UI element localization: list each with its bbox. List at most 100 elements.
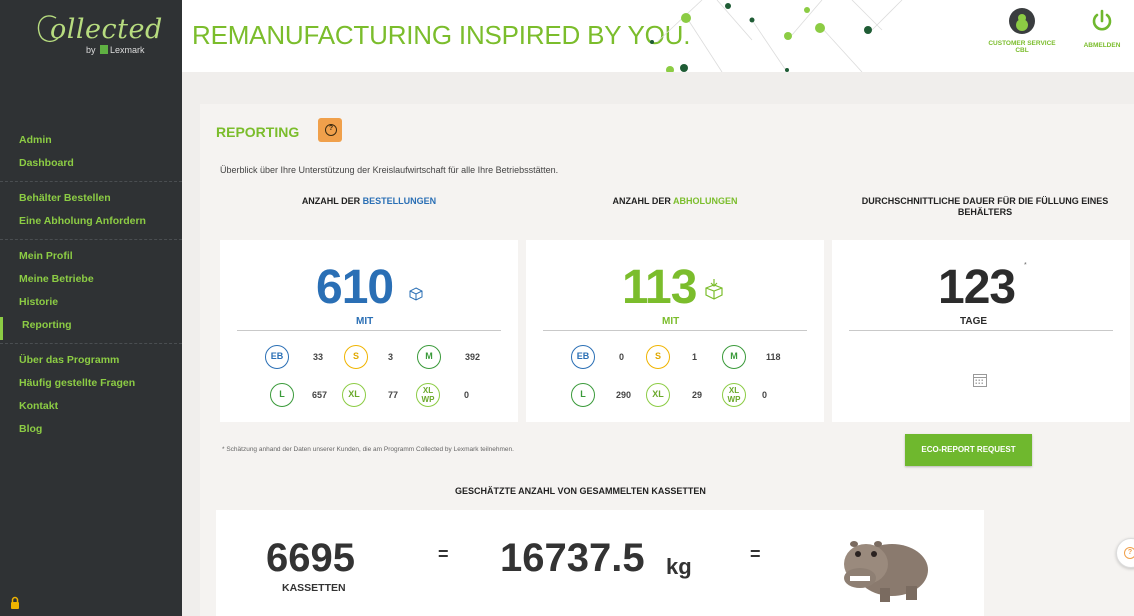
nav-divider <box>0 239 182 240</box>
cartridge-unit: KASSETTEN <box>282 582 346 594</box>
duration-card: 123 * TAGE <box>832 240 1130 422</box>
sidebar-item-reporting[interactable]: Reporting <box>0 317 182 340</box>
logout-button[interactable]: ABMELDEN <box>1077 8 1127 49</box>
size-badge-xlwp: XL WP <box>416 383 440 407</box>
nav-divider <box>0 343 182 344</box>
sidebar: ollected by Lexmark Admin Dashboard Behä… <box>0 0 182 616</box>
help-question-icon: ? <box>1124 547 1134 559</box>
duration-title: DURCHSCHNITTLICHE DAUER FÜR DIE FÜLLUNG … <box>861 196 1109 217</box>
badge-line-top: XL <box>422 386 434 395</box>
size-count-xl: 77 <box>388 390 399 400</box>
power-icon <box>1092 9 1112 31</box>
network-decoration <box>650 0 903 72</box>
calendar-icon <box>973 374 987 387</box>
size-badge-m: M <box>417 345 441 369</box>
estimate-footnote: * Schätzung anhand der Daten unserer Kun… <box>222 446 514 453</box>
sidebar-item-profile[interactable]: Mein Profil <box>0 248 182 271</box>
pickup-box-icon <box>705 279 723 300</box>
size-badge-l: L <box>571 383 595 407</box>
size-count-eb: 33 <box>313 352 324 362</box>
page-title: REPORTING <box>216 124 300 140</box>
orders-title-highlight: BESTELLUNGEN <box>362 196 437 206</box>
divider <box>849 330 1113 331</box>
badge-line-bottom: WP <box>421 395 435 404</box>
lock-icon[interactable] <box>10 596 20 610</box>
size-count-l: 290 <box>616 390 632 400</box>
pickups-title-prefix: ANZAHL DER <box>612 196 673 206</box>
sidebar-item-dashboard[interactable]: Dashboard <box>0 155 182 178</box>
size-count-m: 392 <box>465 352 481 362</box>
orders-total: 610 <box>316 261 394 314</box>
duration-value: 123 <box>938 261 1016 314</box>
badge-line-top: XL <box>728 386 740 395</box>
intro-text: Überblick über Ihre Unterstützung der Kr… <box>220 165 559 175</box>
reporting-panel: REPORTING Überblick über Ihre Unterstütz… <box>200 104 1134 616</box>
cartridge-estimate-card: 6695 KASSETTEN = 16737.5 kg = <box>216 510 984 616</box>
hippo-icon <box>844 541 928 602</box>
size-badge-xlwp: XL WP <box>722 383 746 407</box>
customer-service-button[interactable]: CUSTOMER SERVICE CBL <box>982 8 1062 54</box>
duration-asterisk: * <box>1024 262 1027 269</box>
nav-divider <box>0 181 182 182</box>
page-headline: REMANUFACTURING INSPIRED BY YOU. <box>192 20 691 50</box>
size-badge-eb: EB <box>571 345 595 369</box>
pickups-title-highlight: ABHOLUNGEN <box>673 196 738 206</box>
size-count-xl: 29 <box>692 390 703 400</box>
customer-service-sub: CBL <box>1015 47 1029 54</box>
size-count-xlwp: 0 <box>464 390 470 400</box>
logout-label: ABMELDEN <box>1083 42 1121 49</box>
cartridge-count: 6695 <box>266 536 355 580</box>
size-count-eb: 0 <box>619 352 625 362</box>
badge-line-bottom: WP <box>727 395 741 404</box>
divider <box>543 330 807 331</box>
sidebar-item-admin[interactable]: Admin <box>0 132 182 155</box>
orders-unit: MIT <box>356 316 374 327</box>
customer-service-label: CUSTOMER SERVICE <box>988 40 1056 47</box>
lexmark-logo-icon <box>100 45 109 54</box>
sidebar-item-businesses[interactable]: Meine Betriebe <box>0 271 182 294</box>
sidebar-item-faq[interactable]: Häufig gestellte Fragen <box>0 375 182 398</box>
size-badge-xl: XL <box>646 383 670 407</box>
equals-sign-2: = <box>750 544 761 564</box>
weight-value: 16737.5 <box>500 536 645 580</box>
orders-card: 610 MIT EB 33 S 3 M 392 L 657 XL 77 XL WP… <box>220 240 518 422</box>
eco-report-request-button[interactable]: ECO-REPORT REQUEST <box>905 434 1032 466</box>
sidebar-nav: Admin Dashboard Behälter Bestellen Eine … <box>0 132 182 444</box>
duration-unit: TAGE <box>960 316 988 327</box>
sidebar-item-contact[interactable]: Kontakt <box>0 398 182 421</box>
size-badge-l: L <box>270 383 294 407</box>
user-icon <box>1009 8 1035 34</box>
sidebar-item-order-containers[interactable]: Behälter Bestellen <box>0 190 182 213</box>
size-count-s: 3 <box>388 352 394 362</box>
size-badge-eb: EB <box>265 345 289 369</box>
size-badge-m: M <box>722 345 746 369</box>
size-badge-s: S <box>646 345 670 369</box>
equals-sign: = <box>438 544 449 564</box>
size-badge-s: S <box>344 345 368 369</box>
logo-wordmark: ollected <box>50 14 163 45</box>
size-count-xlwp: 0 <box>762 390 768 400</box>
pickups-total: 113 <box>622 261 697 314</box>
orders-title-prefix: ANZAHL DER <box>301 196 363 206</box>
sidebar-item-blog[interactable]: Blog <box>0 421 182 444</box>
sidebar-item-history[interactable]: Historie <box>0 294 182 317</box>
pickups-card: 113 MIT EB 0 S 1 M 118 L 290 XL 29 XL WP … <box>526 240 824 422</box>
top-header: REMANUFACTURING INSPIRED BY YOU. CUSTOME… <box>182 0 1134 72</box>
divider <box>237 330 501 331</box>
size-count-m: 118 <box>766 352 781 362</box>
size-count-l: 657 <box>312 390 328 400</box>
orders-title: ANZAHL DER BESTELLUNGEN <box>220 196 518 206</box>
logo-byline: by Lexmark <box>86 45 145 55</box>
size-badge-xl: XL <box>342 383 366 407</box>
pickups-unit: MIT <box>662 316 680 327</box>
sidebar-item-about[interactable]: Über das Programm <box>0 352 182 375</box>
help-icon[interactable] <box>318 118 342 142</box>
sidebar-item-request-pickup[interactable]: Eine Abholung Anfordern <box>0 213 182 236</box>
estimate-title: GESCHÄTZTE ANZAHL VON GESAMMELTEN KASSET… <box>455 486 706 496</box>
box-icon <box>409 287 423 301</box>
weight-unit: kg <box>666 554 692 579</box>
logo-by: by <box>86 45 96 55</box>
logo-lexmark: Lexmark <box>110 45 145 55</box>
pickups-title: ANZAHL DER ABHOLUNGEN <box>526 196 824 206</box>
size-count-s: 1 <box>692 352 698 362</box>
